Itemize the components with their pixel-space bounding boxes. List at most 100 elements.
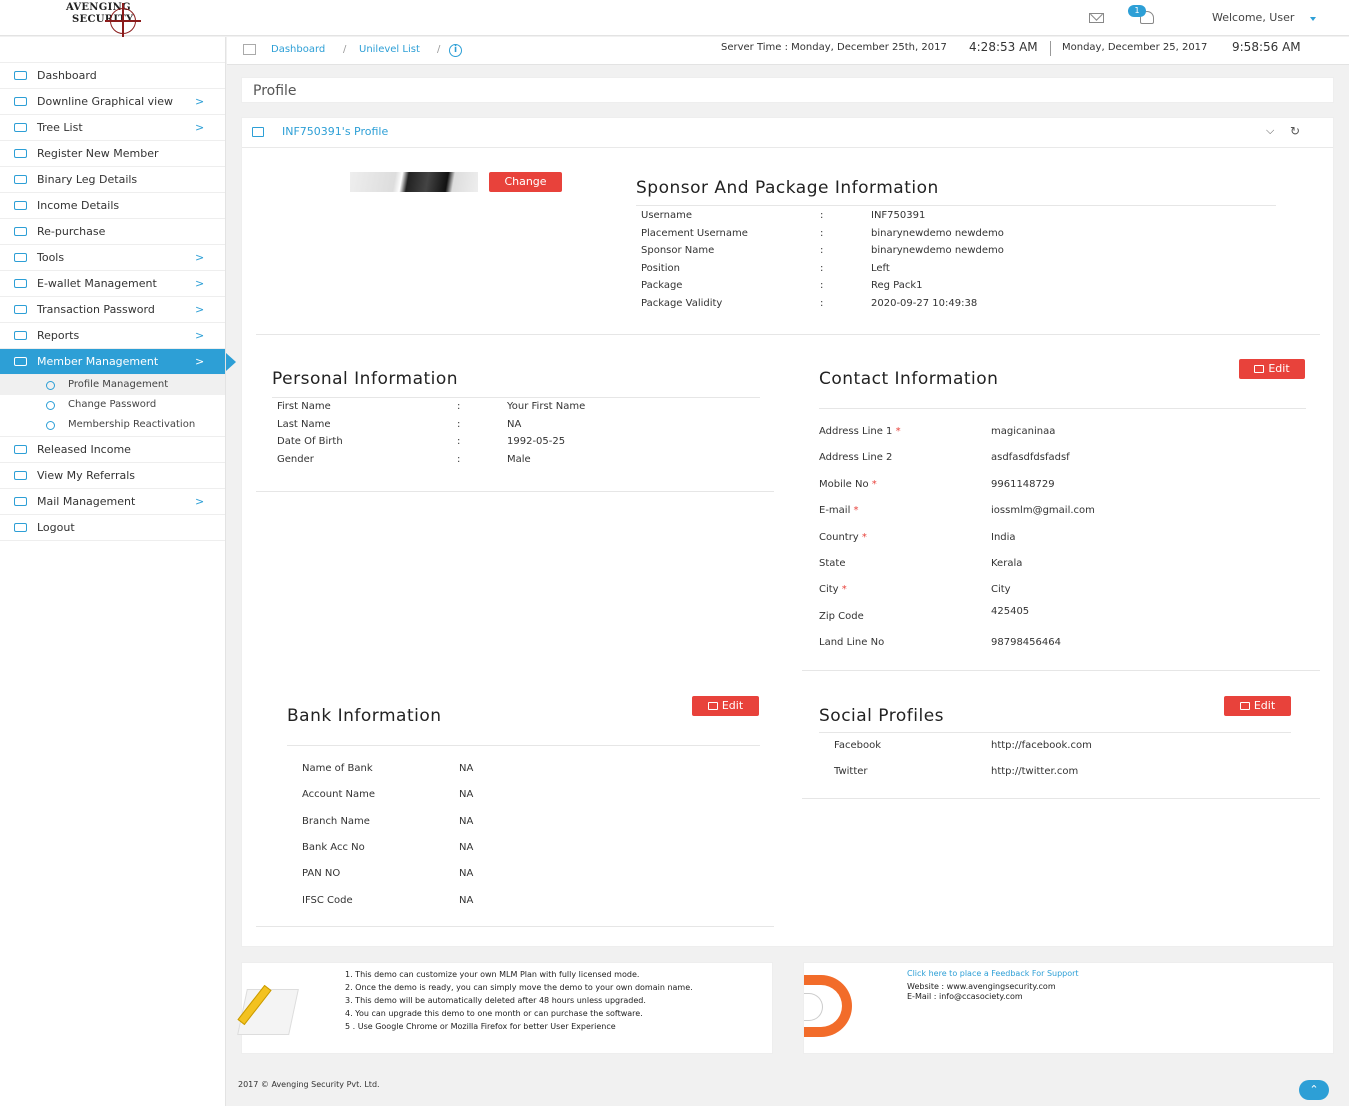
sponsor-value-package: Reg Pack1: [871, 280, 923, 291]
sidebar-item-logout[interactable]: Logout: [0, 515, 225, 541]
income-details-icon: [14, 201, 27, 210]
edit-bank-button[interactable]: Edit: [692, 696, 759, 716]
change-password-icon: [46, 401, 55, 410]
bank-value-pan-no: NA: [459, 868, 474, 880]
colon: :: [457, 453, 461, 465]
caret-down-icon[interactable]: [1310, 17, 1316, 21]
tools-icon: [14, 253, 27, 262]
sidebar-item-tools[interactable]: Tools >: [0, 245, 225, 271]
edit-icon: [1239, 702, 1250, 710]
contact-label-mobile-no: Mobile No *: [819, 478, 877, 490]
demo-note-line: 4. You can upgrade this demo to one mont…: [345, 1009, 643, 1018]
demo-note-line: 1. This demo can customize your own MLM …: [345, 970, 640, 979]
required-marker: *: [850, 505, 859, 517]
sidebar-item-downline-graphical-view[interactable]: Downline Graphical view >: [0, 89, 225, 115]
sidebar-item-transaction-password[interactable]: Transaction Password >: [0, 297, 225, 323]
edit-social-button[interactable]: Edit: [1224, 696, 1291, 716]
required-marker: *: [858, 531, 867, 543]
breadcrumb-unilevel-list[interactable]: Unilevel List: [359, 44, 420, 55]
e-wallet-management-icon: [14, 279, 27, 288]
pencil-icon: [237, 975, 302, 1035]
sidebar-item-view-my-referrals[interactable]: View My Referrals: [0, 463, 225, 489]
refresh-icon[interactable]: ↻: [1290, 124, 1300, 138]
sidebar-item-label: Released Income: [37, 443, 131, 456]
sidebar-item-reports[interactable]: Reports >: [0, 323, 225, 349]
sidebar-subitem-change-password[interactable]: Change Password: [0, 395, 225, 415]
bank-label-ifsc-code: IFSC Code: [302, 894, 353, 906]
personal-label-last-name: Last Name: [277, 418, 331, 430]
sidebar-item-label: Mail Management: [37, 495, 136, 508]
sidebar-item-label: Tools: [37, 251, 65, 264]
profile-panel: INF750391's Profile ⌵ ↻ Change Sponsor A…: [241, 117, 1334, 947]
divider: [636, 205, 1276, 206]
bank-value-branch-name: NA: [459, 815, 474, 827]
breadcrumb-separator: /: [437, 44, 441, 55]
social-value-facebook: http://facebook.com: [991, 740, 1092, 751]
sidebar-item-tree-list[interactable]: Tree List >: [0, 115, 225, 141]
crosshair-logo-icon: [105, 3, 141, 39]
scroll-top-button[interactable]: ⌃: [1299, 1080, 1329, 1100]
sidebar-item-e-wallet-management[interactable]: E-wallet Management >: [0, 271, 225, 297]
local-clock: 9:58:56 AM: [1232, 40, 1301, 54]
divider: [287, 745, 760, 746]
change-photo-button[interactable]: Change: [489, 172, 562, 192]
info-icon[interactable]: i: [449, 44, 462, 57]
demo-note-line: 5 . Use Google Chrome or Mozilla Firefox…: [345, 1022, 616, 1031]
sidebar-item-label: Reports: [37, 329, 80, 342]
sidebar-item-dashboard[interactable]: Dashboard: [0, 63, 225, 89]
sidebar-subitem-membership-reactivation[interactable]: Membership Reactivation: [0, 415, 225, 435]
bank-value-bank-acc-no: NA: [459, 841, 474, 853]
register-new-member-icon: [14, 149, 27, 158]
sidebar-item-member-management[interactable]: Member Management >: [0, 349, 236, 375]
sidebar-item-label: View My Referrals: [37, 469, 136, 482]
sidebar-subitem-profile-management[interactable]: Profile Management: [0, 375, 225, 395]
mail-icon[interactable]: [1089, 13, 1104, 23]
required-marker: *: [838, 584, 847, 596]
divider: [256, 491, 774, 492]
sidebar-item-binary-leg-details[interactable]: Binary Leg Details: [0, 167, 225, 193]
colon: :: [820, 262, 824, 274]
bank-label-account-name: Account Name: [302, 789, 376, 801]
chevron-right-icon: >: [195, 303, 205, 316]
divider: [819, 732, 1291, 733]
collapse-icon[interactable]: ⌵: [1266, 124, 1274, 138]
sponsor-label-sponsor-name: Sponsor Name: [641, 245, 715, 256]
image-icon: [252, 127, 264, 137]
edit-icon: [707, 702, 718, 710]
bank-label-branch-name: Branch Name: [302, 815, 370, 827]
sidebar-item-mail-management[interactable]: Mail Management >: [0, 489, 225, 515]
server-clock: 4:28:53 AM: [969, 40, 1038, 54]
personal-label-gender: Gender: [277, 453, 314, 465]
sidebar-item-label: Logout: [37, 521, 75, 534]
sidebar-item-label: Member Management: [37, 355, 159, 368]
divider: [272, 397, 760, 398]
contact-value-city: City: [991, 584, 1011, 596]
breadcrumb-dashboard[interactable]: Dashboard: [271, 44, 325, 55]
membership-reactivation-icon: [46, 421, 55, 430]
sponsor-label-package: Package: [641, 280, 683, 291]
sidebar-item-register-new-member[interactable]: Register New Member: [0, 141, 225, 167]
mail-management-icon: [14, 497, 27, 506]
local-date: Monday, December 25, 2017: [1062, 42, 1208, 53]
sidebar-spacer: [0, 37, 225, 63]
sidebar-item-re-purchase[interactable]: Re-purchase: [0, 219, 225, 245]
view-my-referrals-icon: [14, 471, 27, 480]
sponsor-section-title: Sponsor And Package Information: [636, 178, 939, 198]
support-website: Website : www.avengingsecurity.com: [907, 982, 1056, 991]
personal-label-first-name: First Name: [277, 401, 331, 412]
feedback-link[interactable]: Click here to place a Feedback For Suppo…: [907, 969, 1079, 978]
user-menu[interactable]: Welcome, User: [1212, 11, 1294, 24]
demo-notes-box: 1. This demo can customize your own MLM …: [237, 962, 773, 1054]
sidebar-item-released-income[interactable]: Released Income: [0, 437, 225, 463]
sidebar-item-label: Register New Member: [37, 147, 159, 160]
sponsor-value-username: INF750391: [871, 210, 926, 221]
sidebar-item-income-details[interactable]: Income Details: [0, 193, 225, 219]
divider: [802, 798, 1320, 799]
personal-section-title: Personal Information: [272, 369, 459, 389]
reports-icon: [14, 331, 27, 340]
profile-management-icon: [46, 381, 55, 390]
edit-contact-button[interactable]: Edit: [1239, 359, 1305, 379]
contact-value-e-mail: iossmlm@gmail.com: [991, 505, 1095, 517]
logo[interactable]: AVENGING SECURITY: [66, 2, 146, 39]
breadcrumb-bar: Dashboard / Unilevel List / i Server Tim…: [227, 37, 1349, 65]
